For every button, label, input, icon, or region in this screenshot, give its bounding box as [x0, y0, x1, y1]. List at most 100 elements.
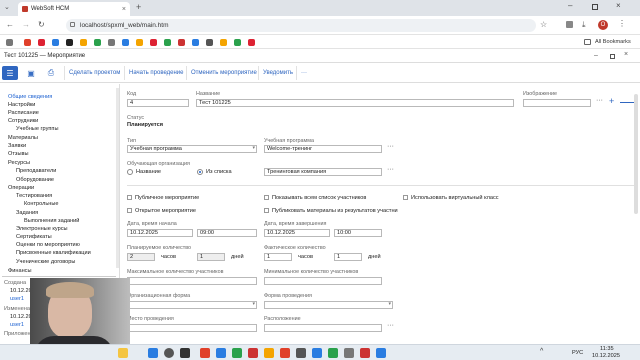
reload-icon[interactable]: ↻ [38, 20, 45, 29]
bookmark-star-icon[interactable]: ☆ [540, 20, 547, 29]
end-time-field[interactable]: 10:00 [334, 229, 382, 237]
sidebar-item-finance[interactable]: Финансы [8, 268, 31, 274]
sidebar-item-testing[interactable]: Тестирования [16, 193, 52, 199]
start-icon[interactable] [148, 348, 158, 358]
app-9-icon[interactable] [328, 348, 338, 358]
bookmark-13-icon[interactable] [192, 39, 199, 46]
sidebar-item-task-completions[interactable]: Выполнения заданий [24, 218, 79, 224]
bookmark-2-icon[interactable] [38, 39, 45, 46]
sidebar-item-control-tests[interactable]: Контрольные [24, 201, 59, 207]
bookmark-1-icon[interactable] [24, 39, 31, 46]
sidebar-item-qualifications[interactable]: Присвоенные квалификации [16, 250, 91, 256]
navigation-toggle-icon[interactable]: ☰ [2, 66, 18, 80]
org-form-select[interactable] [127, 301, 257, 309]
image-field[interactable] [523, 99, 591, 107]
bookmark-15-icon[interactable] [220, 39, 227, 46]
tab-menu-icon[interactable]: ⌄ [4, 3, 10, 11]
start-event-button[interactable]: Начать проведение [124, 66, 188, 80]
planned-days-field[interactable]: 1 [197, 253, 225, 261]
task-view-icon[interactable] [180, 348, 190, 358]
tab-close-icon[interactable]: × [122, 6, 126, 13]
bookmark-4-icon[interactable] [66, 39, 73, 46]
app-2-icon[interactable] [216, 348, 226, 358]
type-select[interactable]: Учебная программа [127, 145, 257, 153]
downloads-icon[interactable]: ⤓ [582, 20, 586, 30]
app-1-icon[interactable] [200, 348, 210, 358]
sidebar-item-study-groups[interactable]: Учебные группы [16, 126, 58, 132]
app-12-icon[interactable] [376, 348, 386, 358]
location-more-icon[interactable]: ··· [387, 322, 394, 329]
bookmark-8-icon[interactable] [122, 39, 129, 46]
org-more-icon[interactable]: ··· [387, 166, 394, 173]
program-more-icon[interactable]: ··· [387, 143, 394, 150]
widgets-icon[interactable] [118, 348, 128, 358]
language-indicator[interactable]: РУС [572, 350, 583, 356]
code-field[interactable]: 4 [127, 99, 189, 107]
bookmark-12-icon[interactable] [178, 39, 185, 46]
app-maximize-icon[interactable] [610, 54, 615, 59]
sidebar-item-operations[interactable]: Операции [8, 185, 34, 191]
bookmark-11-icon[interactable] [164, 39, 171, 46]
sidebar-item-materials[interactable]: Материалы [8, 135, 38, 141]
program-field[interactable]: Welcome-тренинг [264, 145, 382, 153]
form-scrollbar[interactable] [634, 94, 638, 214]
maximize-icon[interactable] [592, 4, 598, 10]
app-8-icon[interactable] [312, 348, 322, 358]
more-button[interactable]: ··· [296, 66, 311, 80]
bookmark-16-icon[interactable] [234, 39, 241, 46]
start-date-field[interactable]: 10.12.2025 [127, 229, 193, 237]
back-icon[interactable]: ← [6, 20, 14, 29]
bookmark-3-icon[interactable] [52, 39, 59, 46]
sidebar-item-certificates[interactable]: Сертификаты [16, 234, 52, 240]
browser-tab[interactable]: WebSoft HCM × [18, 2, 130, 16]
sidebar-item-event-grades[interactable]: Оценки по мероприятию [16, 242, 80, 248]
place-field[interactable] [127, 324, 257, 332]
sidebar-item-e-courses[interactable]: Электронные курсы [16, 226, 68, 232]
sidebar-item-feedback[interactable]: Отзывы [8, 151, 29, 157]
bookmark-6-icon[interactable] [94, 39, 101, 46]
profile-avatar[interactable]: O [598, 20, 608, 30]
org-name-radio[interactable] [127, 169, 133, 175]
app-10-icon[interactable] [344, 348, 354, 358]
actual-days-field[interactable]: 1 [334, 253, 362, 261]
app-5-icon[interactable] [264, 348, 274, 358]
search-icon[interactable] [164, 348, 174, 358]
url-field[interactable]: localhost/spxml_web/main.htm [66, 19, 536, 32]
max-participants-field[interactable] [127, 277, 257, 285]
close-window-icon[interactable]: × [616, 1, 621, 10]
image-more-icon[interactable]: ··· [596, 97, 603, 104]
app-minimize-icon[interactable]: – [594, 52, 598, 59]
sidebar-scrollbar[interactable] [116, 88, 119, 268]
notify-button[interactable]: Уведомить [258, 66, 297, 80]
app-4-icon[interactable] [248, 348, 258, 358]
org-list-radio[interactable] [197, 169, 203, 175]
new-tab-icon[interactable]: + [136, 2, 141, 12]
publish-materials-checkbox[interactable] [264, 208, 269, 213]
sidebar-item-tasks[interactable]: Задания [16, 210, 38, 216]
sidebar-item-settings[interactable]: Настройки [8, 102, 35, 108]
show-all-checkbox[interactable] [264, 195, 269, 200]
name-field[interactable]: Тест 101225 [196, 99, 514, 107]
save-icon[interactable]: ▣ [24, 66, 38, 80]
sidebar-item-teachers[interactable]: Преподаватели [16, 168, 56, 174]
clock-time[interactable]: 11:35 [600, 346, 614, 352]
end-date-field[interactable]: 10.12.2025 [264, 229, 330, 237]
image-slider[interactable] [620, 102, 634, 103]
sidebar-item-resources[interactable]: Ресурсы [8, 160, 30, 166]
image-add-icon[interactable]: + [609, 96, 614, 106]
planned-hours-field[interactable]: 2 [127, 253, 155, 261]
app-11-icon[interactable] [360, 348, 370, 358]
minimize-icon[interactable]: – [568, 1, 572, 10]
location-field[interactable] [264, 324, 382, 332]
cancel-event-button[interactable]: Отменить мероприятие [186, 66, 261, 80]
actual-hours-field[interactable]: 1 [264, 253, 292, 261]
browser-menu-icon[interactable]: ⋮ [618, 19, 626, 28]
bookmark-14-icon[interactable] [206, 39, 213, 46]
bookmark-7-icon[interactable] [108, 39, 115, 46]
app-7-icon[interactable] [296, 348, 306, 358]
app-close-icon[interactable]: × [624, 51, 628, 58]
format-select[interactable] [264, 301, 393, 309]
created-user-link[interactable]: user1 [10, 296, 24, 302]
bookmark-10-icon[interactable] [150, 39, 157, 46]
sidebar-item-general[interactable]: Общие сведения [8, 94, 52, 100]
